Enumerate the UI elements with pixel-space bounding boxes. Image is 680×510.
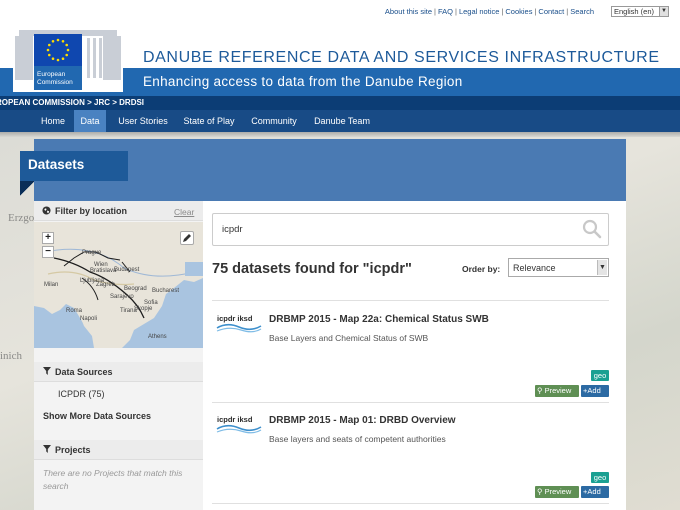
order-by-value: Relevance xyxy=(513,263,556,273)
minimap-land xyxy=(34,222,203,348)
filter-icon xyxy=(43,367,51,375)
search-icon[interactable] xyxy=(582,219,602,239)
projects-label: Projects xyxy=(55,445,91,455)
minimap-label: Bucharest xyxy=(152,288,180,294)
language-select[interactable]: English (en) ▼ xyxy=(611,6,669,17)
location-minimap[interactable]: Prague Wien Bratislava Budapest Ljubljan… xyxy=(34,222,203,348)
minimap-label: Napoli xyxy=(80,316,98,322)
nav-shadow xyxy=(0,132,680,137)
search-link[interactable]: Search xyxy=(570,7,594,16)
nav-user-stories[interactable]: User Stories xyxy=(110,110,176,132)
search-input[interactable] xyxy=(212,213,609,246)
minimap-label: Roma xyxy=(66,308,83,314)
about-link[interactable]: About this site xyxy=(385,7,432,16)
faq-link[interactable]: FAQ xyxy=(438,7,453,16)
logo-text: Commission xyxy=(37,79,73,86)
legal-notice-link[interactable]: Legal notice xyxy=(459,7,499,16)
contact-link[interactable]: Contact xyxy=(538,7,564,16)
dataset-description: Base Layers and Chemical Status of SWB xyxy=(269,333,429,343)
background-map-label: Erzgo xyxy=(8,212,35,224)
zoom-in-button[interactable]: + xyxy=(42,232,54,244)
wave-icon xyxy=(216,424,262,434)
utility-links: About this site | FAQ | Legal notice | Cookies… xyxy=(384,7,594,16)
geo-badge: geo xyxy=(591,472,609,483)
page-title: Datasets xyxy=(20,151,128,181)
chevron-down-icon: ▼ xyxy=(659,7,668,16)
nav-state-of-play[interactable]: State of Play xyxy=(178,110,240,132)
nav-data[interactable]: Data xyxy=(74,110,106,132)
minimap-label: Bratislava xyxy=(90,268,117,274)
order-by-label: Order by: xyxy=(462,264,501,274)
language-value: English (en) xyxy=(614,7,655,16)
minimap-label: Prague xyxy=(82,250,102,256)
filter-icon xyxy=(43,445,51,453)
search-value: icpdr xyxy=(222,224,243,235)
zoom-out-button[interactable]: − xyxy=(42,246,54,258)
data-source-icpdr[interactable]: ICPDR (75) xyxy=(58,389,105,399)
globe-icon xyxy=(42,206,51,215)
minimap-label: Skopje xyxy=(134,306,153,312)
breadcrumb[interactable]: ROPEAN COMMISSION > JRC > DRDSI xyxy=(0,98,144,107)
chevron-down-icon: ▼ xyxy=(597,260,607,275)
dataset-description: Base layers and seats of competent autho… xyxy=(269,434,446,444)
geo-badge: geo xyxy=(591,370,609,381)
nav-danube-team[interactable]: Danube Team xyxy=(308,110,376,132)
minimap-label: Beograd xyxy=(124,286,147,292)
minimap-label: Milan xyxy=(44,282,59,288)
logo-text: European xyxy=(37,71,66,78)
european-commission-logo[interactable]: European Commission xyxy=(13,24,123,92)
background-map-label: inich xyxy=(0,350,22,362)
cookies-link[interactable]: Cookies xyxy=(505,7,532,16)
clear-location-link[interactable]: Clear xyxy=(174,207,194,217)
divider xyxy=(212,300,609,301)
projects-empty-message: There are no Projects that match this se… xyxy=(43,468,183,491)
minimap-label: Budapest xyxy=(114,267,140,273)
nav-home[interactable]: Home xyxy=(34,110,72,132)
result-count: 75 datasets found for "icpdr" xyxy=(212,261,412,277)
preview-button[interactable]: ⚲ Preview xyxy=(535,486,579,498)
location-filter-label: Filter by location xyxy=(55,206,128,216)
map-marker-icon: ⚲ xyxy=(537,386,543,395)
divider xyxy=(212,402,609,403)
order-by-select[interactable]: Relevance ▼ xyxy=(508,258,609,277)
wave-icon xyxy=(216,323,262,333)
site-title: DANUBE REFERENCE DATA AND SERVICES INFRA… xyxy=(143,49,660,66)
data-sources-label: Data Sources xyxy=(55,367,113,377)
icpdr-logo: icpdr iksd xyxy=(215,415,263,437)
icpdr-logo: icpdr iksd xyxy=(215,314,263,336)
site-subtitle: Enhancing access to data from the Danube… xyxy=(143,74,463,89)
map-marker-icon: ⚲ xyxy=(537,487,543,496)
divider xyxy=(212,503,609,504)
dataset-title[interactable]: DRBMP 2015 - Map 01: DRBD Overview xyxy=(269,415,456,426)
show-more-sources-link[interactable]: Show More Data Sources xyxy=(43,411,151,421)
nav-community[interactable]: Community xyxy=(244,110,304,132)
preview-button[interactable]: ⚲ Preview xyxy=(535,385,579,397)
minimap-label: Zagreb xyxy=(96,282,116,288)
minimap-label: Sarajevo xyxy=(110,294,134,300)
ribbon-fold xyxy=(20,181,34,197)
dataset-title[interactable]: DRBMP 2015 - Map 22a: Chemical Status SW… xyxy=(269,314,489,325)
add-button[interactable]: +Add xyxy=(581,385,609,397)
draw-area-button[interactable] xyxy=(180,231,194,245)
minimap-label: Athens xyxy=(148,334,167,340)
add-button[interactable]: +Add xyxy=(581,486,609,498)
pencil-icon xyxy=(183,234,191,242)
